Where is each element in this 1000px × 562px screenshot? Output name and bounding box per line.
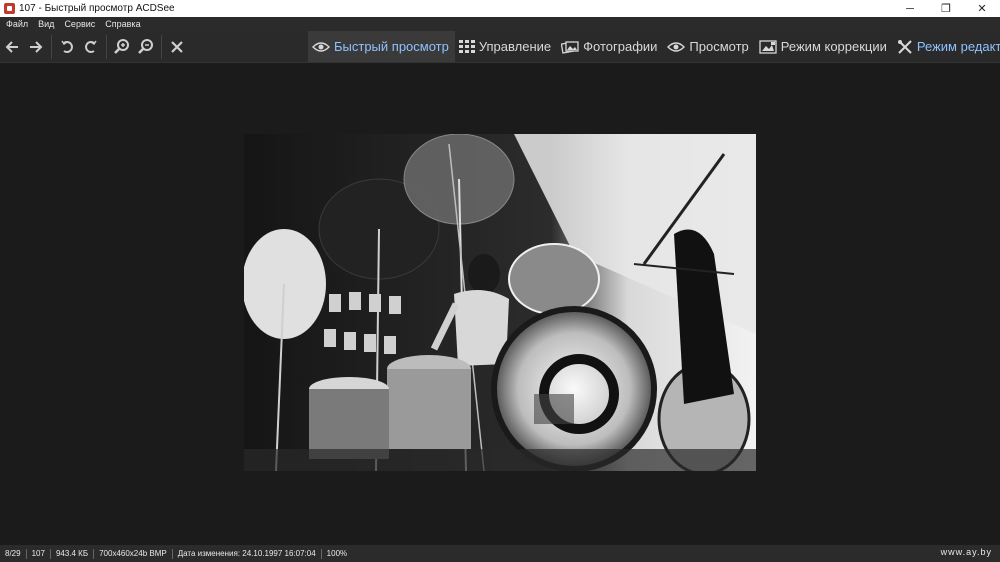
edit-tools-icon [897, 39, 912, 54]
mode-tabs: Быстрый просмотр Управление Фотографии П… [308, 31, 1000, 62]
tab-label: Быстрый просмотр [334, 39, 449, 54]
status-modified: Дата изменения: 24.10.1997 16:07:04 [173, 548, 322, 559]
navigation-tools [0, 31, 189, 62]
zoom-in-button[interactable] [110, 35, 134, 59]
menu-tools[interactable]: Сервис [64, 19, 95, 29]
menu-view[interactable]: Вид [38, 19, 54, 29]
zoom-in-icon [114, 38, 129, 54]
tab-manage[interactable]: Управление [455, 31, 557, 62]
title-bar: 107 - Быстрый просмотр ACDSee ─ ❐ ✕ [0, 0, 1000, 17]
watermark: www.ay.by [940, 547, 992, 557]
menu-bar: Файл Вид Сервис Справка [0, 17, 1000, 31]
menu-file[interactable]: Файл [6, 19, 28, 29]
rotate-left-icon [61, 40, 73, 53]
zoom-out-icon [138, 38, 153, 54]
tab-label: Режим коррекции [780, 39, 887, 54]
tab-edit[interactable]: Режим редактора [893, 31, 1000, 62]
tab-label: Просмотр [689, 39, 749, 54]
app-window: 107 - Быстрый просмотр ACDSee ─ ❐ ✕ Файл… [0, 0, 1000, 562]
menu-help[interactable]: Справка [105, 19, 140, 29]
displayed-photo [244, 134, 756, 471]
rotate-right-icon [85, 40, 97, 53]
tab-label: Фотографии [583, 39, 658, 54]
grid-icon [458, 39, 475, 53]
back-arrow-icon [5, 40, 18, 53]
status-format: 700x460x24b BMP [94, 548, 173, 559]
forward-arrow-icon [30, 40, 43, 53]
close-window-button[interactable]: ✕ [964, 0, 1000, 17]
rotate-left-button[interactable] [55, 35, 79, 59]
rotate-right-button[interactable] [79, 35, 103, 59]
tab-photos[interactable]: Фотографии [557, 31, 663, 62]
tab-view[interactable]: Просмотр [663, 31, 754, 62]
tab-label: Управление [478, 39, 552, 54]
status-filename: 107 [27, 548, 51, 559]
photos-icon [561, 40, 579, 54]
status-zoom: 100% [326, 548, 348, 558]
status-position: 8/29 [0, 548, 27, 559]
toolbar-separator [106, 34, 107, 59]
tab-quick-view[interactable]: Быстрый просмотр [308, 31, 455, 62]
minimize-button[interactable]: ─ [892, 0, 928, 17]
develop-icon [759, 39, 777, 54]
image-viewer [0, 63, 1000, 545]
window-title: 107 - Быстрый просмотр ACDSee [19, 3, 175, 14]
tab-develop[interactable]: Режим коррекции [755, 31, 893, 62]
toolbar-separator [51, 34, 52, 59]
close-icon [171, 40, 183, 53]
eye-icon [667, 41, 686, 52]
window-controls: ─ ❐ ✕ [892, 0, 1000, 17]
next-image-button[interactable] [24, 35, 48, 59]
restore-button[interactable]: ❐ [928, 0, 964, 17]
eye-icon [312, 41, 330, 52]
acdsee-app-icon [4, 3, 15, 14]
zoom-out-button[interactable] [134, 35, 158, 59]
status-filesize: 943.4 КБ [51, 548, 95, 559]
previous-image-button[interactable] [0, 35, 24, 59]
status-bar: 8/29 107 943.4 КБ 700x460x24b BMP Дата и… [0, 545, 1000, 562]
close-viewer-button[interactable] [165, 35, 189, 59]
photo-drummer-image [244, 134, 756, 471]
tab-label: Режим редактора [916, 39, 1000, 54]
toolbar-separator [161, 34, 162, 59]
